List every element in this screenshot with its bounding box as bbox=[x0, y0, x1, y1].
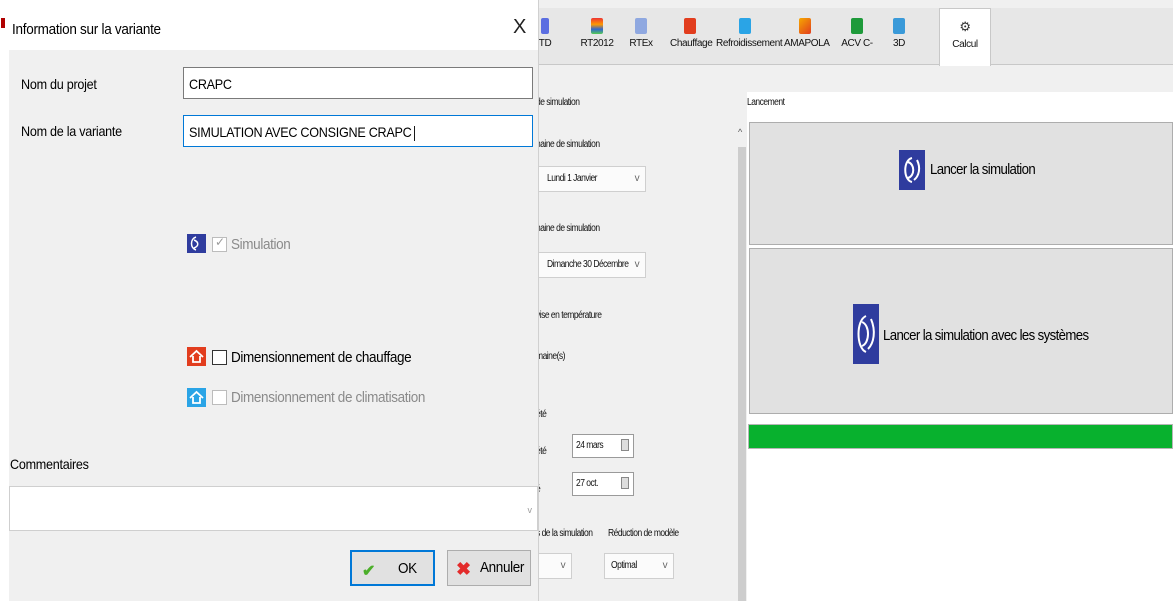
ribbon-toolbar: TD RT2012 RTEx Chauffage Refroidissement… bbox=[536, 8, 1173, 66]
dialog-title: Information sur la variante bbox=[12, 21, 161, 38]
chevron-down-icon: v bbox=[560, 560, 566, 571]
start-week-label: naine de simulation bbox=[536, 139, 600, 150]
checkmark-icon: ✓ bbox=[215, 235, 226, 249]
amapola-icon bbox=[799, 18, 811, 34]
scroll-up-icon[interactable]: ^ bbox=[738, 127, 742, 137]
tab-calcul[interactable]: ⚙ Calcul bbox=[939, 8, 991, 66]
simulation-settings-panel: de simulation naine de simulation Lundi … bbox=[536, 92, 747, 601]
cooling-sizing-checkbox[interactable] bbox=[212, 390, 227, 405]
heating-sizing-label: Dimensionnement de chauffage bbox=[231, 349, 412, 366]
chevron-down-icon: v bbox=[527, 505, 533, 515]
tab-chauffage[interactable]: Chauffage bbox=[670, 8, 713, 64]
tab-rtex[interactable]: RTEx bbox=[626, 8, 656, 64]
calendar-icon bbox=[621, 477, 629, 489]
dialog-left-edge bbox=[0, 0, 9, 601]
variant-name-field[interactable]: SIMULATION AVEC CONSIGNE CRAPC bbox=[183, 115, 533, 147]
simulation-logo-icon bbox=[899, 150, 925, 190]
tab-rt2012[interactable]: RT2012 bbox=[576, 8, 618, 64]
tab-amapola[interactable]: AMAPOLA bbox=[784, 8, 830, 64]
simulation-progress-bar bbox=[748, 424, 1173, 449]
chevron-down-icon: v bbox=[662, 560, 668, 571]
rtex-icon bbox=[635, 18, 647, 34]
launch-panel: Lancement Lancer la simulation Lancer la… bbox=[747, 92, 1173, 601]
section-label-simulation: de simulation bbox=[536, 97, 580, 108]
text-caret bbox=[414, 125, 416, 141]
warmup-weeks-label: maine(s) bbox=[536, 351, 566, 362]
model-reduction-label: Réduction de modèle bbox=[608, 528, 679, 539]
cooling-sizing-label: Dimensionnement de climatisation bbox=[231, 389, 426, 406]
cancel-x-icon: ✖ bbox=[456, 559, 472, 579]
sim-type-label: s de la simulation bbox=[536, 528, 593, 539]
start-week-select[interactable]: Lundi 1 Janvier v bbox=[536, 166, 646, 192]
simulation-option-label: Simulation bbox=[231, 236, 291, 253]
td-icon bbox=[541, 18, 549, 34]
summer-end-date[interactable]: 27 oct. bbox=[572, 472, 634, 496]
tab-acv[interactable]: ACV C- bbox=[840, 8, 874, 64]
variant-name-label: Nom de la variante bbox=[21, 123, 122, 139]
window-marker bbox=[1, 18, 5, 28]
acv-icon bbox=[851, 18, 863, 34]
chevron-down-icon: v bbox=[634, 173, 640, 184]
cancel-button[interactable]: ✖ Annuler bbox=[447, 550, 531, 586]
project-name-label: Nom du projet bbox=[21, 76, 97, 92]
simulation-checkbox[interactable]: ✓ bbox=[212, 235, 227, 252]
run-simulation-with-systems-button[interactable]: Lancer la simulation avec les systèmes bbox=[749, 248, 1173, 414]
scrollbar-thumb[interactable] bbox=[738, 147, 746, 601]
summer-start-date[interactable]: 24 mars bbox=[572, 434, 634, 458]
settings-scrollbar[interactable]: ^ bbox=[737, 125, 747, 601]
simulation-icon bbox=[187, 234, 206, 253]
tab-refroidissement[interactable]: Refroidissement bbox=[716, 8, 783, 64]
end-week-label: naine de simulation bbox=[536, 223, 600, 234]
3d-icon bbox=[893, 18, 905, 34]
comments-field[interactable]: v bbox=[9, 486, 538, 531]
cooling-icon bbox=[187, 388, 206, 407]
heating-icon bbox=[187, 347, 206, 366]
variant-name-value: SIMULATION AVEC CONSIGNE CRAPC bbox=[189, 124, 412, 140]
end-week-select[interactable]: Dimanche 30 Décembre v bbox=[536, 252, 646, 278]
simulation-logo-icon bbox=[853, 304, 879, 364]
model-reduction-select[interactable]: Optimal v bbox=[604, 553, 674, 579]
cooling-icon bbox=[739, 18, 751, 34]
rt2012-icon bbox=[591, 18, 603, 34]
gears-icon: ⚙ bbox=[959, 19, 971, 34]
close-icon[interactable]: X bbox=[513, 16, 526, 39]
tab-3d[interactable]: 3D bbox=[888, 8, 910, 64]
chevron-down-icon: v bbox=[634, 259, 640, 270]
calendar-icon bbox=[621, 439, 629, 451]
heating-sizing-checkbox[interactable] bbox=[212, 350, 227, 365]
run-simulation-button[interactable]: Lancer la simulation bbox=[749, 122, 1173, 245]
heating-icon bbox=[684, 18, 696, 34]
section-label-lancement: Lancement bbox=[747, 97, 785, 108]
check-icon: ✔ bbox=[362, 563, 376, 580]
sim-type-select[interactable]: v bbox=[536, 553, 572, 579]
warmup-label: vise en température bbox=[536, 310, 602, 321]
comments-label: Commentaires bbox=[10, 456, 89, 472]
ok-button[interactable]: ✔ OK bbox=[350, 550, 435, 586]
project-name-field[interactable]: CRAPC bbox=[183, 67, 533, 99]
